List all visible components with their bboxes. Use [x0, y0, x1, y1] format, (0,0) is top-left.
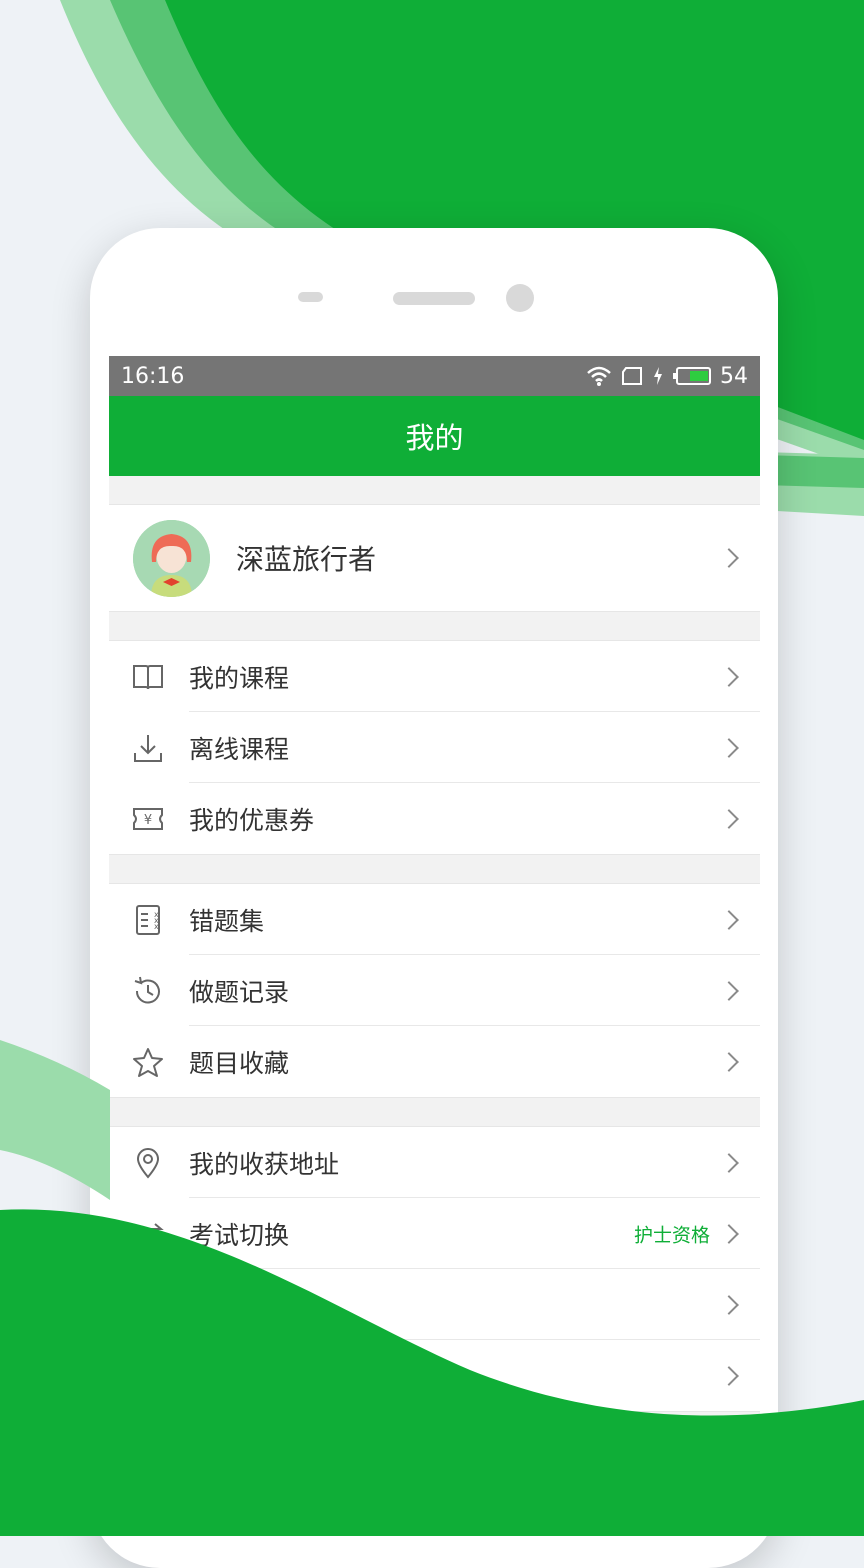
battery-level: 54	[720, 363, 748, 389]
history-icon	[131, 974, 165, 1008]
star-icon	[131, 1045, 165, 1079]
status-time: 16:16	[121, 363, 185, 389]
menu-label: 题目收藏	[189, 1048, 290, 1078]
chevron-right-icon	[719, 1051, 739, 1072]
chevron-right-icon	[719, 808, 739, 829]
menu-group-settings: 我的收获地址 考试切换 护士资格 客服	[109, 1126, 760, 1412]
menu-label: 我的优惠券	[189, 805, 315, 835]
phone-camera	[506, 284, 534, 312]
svg-text:x: x	[154, 922, 159, 931]
chevron-right-icon	[719, 1294, 739, 1315]
service-icon	[131, 1288, 165, 1322]
chevron-right-icon	[719, 737, 739, 758]
chevron-right-icon	[719, 548, 739, 568]
chevron-right-icon	[719, 909, 739, 930]
title-bar: 我的	[109, 396, 760, 476]
wifi-icon	[586, 365, 612, 387]
sim-icon	[620, 366, 644, 386]
menu-item-my-courses[interactable]: 我的课程	[109, 641, 760, 712]
profile-card[interactable]: 深蓝旅行者	[109, 504, 760, 612]
menu-group-questions: xxx 错题集 做题记录 题目收藏	[109, 883, 760, 1098]
chevron-right-icon	[719, 1152, 739, 1173]
phone-speaker	[393, 292, 475, 305]
profile-name: 深蓝旅行者	[236, 543, 377, 576]
menu-label: 考试切换	[189, 1220, 290, 1250]
menu-item-coupons[interactable]: ¥ 我的优惠券	[109, 783, 760, 854]
menu-label: 错题集	[189, 906, 265, 936]
menu-item-favorites[interactable]: 题目收藏	[109, 1026, 760, 1097]
menu-item-address[interactable]: 我的收获地址	[109, 1127, 760, 1198]
menu-item-offline-courses[interactable]: 离线课程	[109, 712, 760, 783]
menu-group-courses: 我的课程 离线课程 ¥ 我的优惠券	[109, 640, 760, 855]
settings-icon	[131, 1359, 165, 1393]
switch-icon	[131, 1217, 165, 1251]
coupon-icon: ¥	[131, 802, 165, 836]
chevron-right-icon	[719, 666, 739, 687]
download-icon	[131, 731, 165, 765]
app-screen: 16:16 54 我的 深蓝旅行者 我的课程 离线课程 ¥ 我的优惠券 x x …	[109, 356, 760, 1456]
avatar	[133, 519, 210, 597]
menu-item-practice-history[interactable]: 做题记录	[109, 955, 760, 1026]
status-bar: 16:16 54	[109, 356, 760, 396]
chevron-right-icon	[719, 1223, 739, 1244]
menu-label: 我的课程	[189, 663, 290, 693]
location-icon	[131, 1146, 165, 1180]
menu-item-wrong-answers[interactable]: xxx 错题集	[109, 884, 760, 955]
battery-icon	[672, 366, 712, 386]
menu-item-exam-switch[interactable]: 考试切换 护士资格	[109, 1198, 760, 1269]
menu-label: 做题记录	[189, 977, 290, 1007]
phone-sensor	[298, 292, 323, 302]
charging-icon	[652, 366, 664, 386]
chevron-right-icon	[719, 980, 739, 1001]
page-title: 我的	[405, 421, 464, 455]
wrong-answers-icon: xxx	[131, 903, 165, 937]
menu-item-settings[interactable]	[109, 1340, 760, 1411]
menu-item-customer-service[interactable]: 客服	[109, 1269, 760, 1340]
book-icon	[131, 660, 165, 694]
current-exam-tag: 护士资格	[633, 1224, 710, 1246]
svg-text:¥: ¥	[144, 813, 152, 828]
menu-label: 客服	[217, 1291, 268, 1321]
menu-label: 离线课程	[189, 734, 290, 764]
menu-label: 我的收获地址	[189, 1149, 340, 1179]
chevron-right-icon	[719, 1365, 739, 1386]
